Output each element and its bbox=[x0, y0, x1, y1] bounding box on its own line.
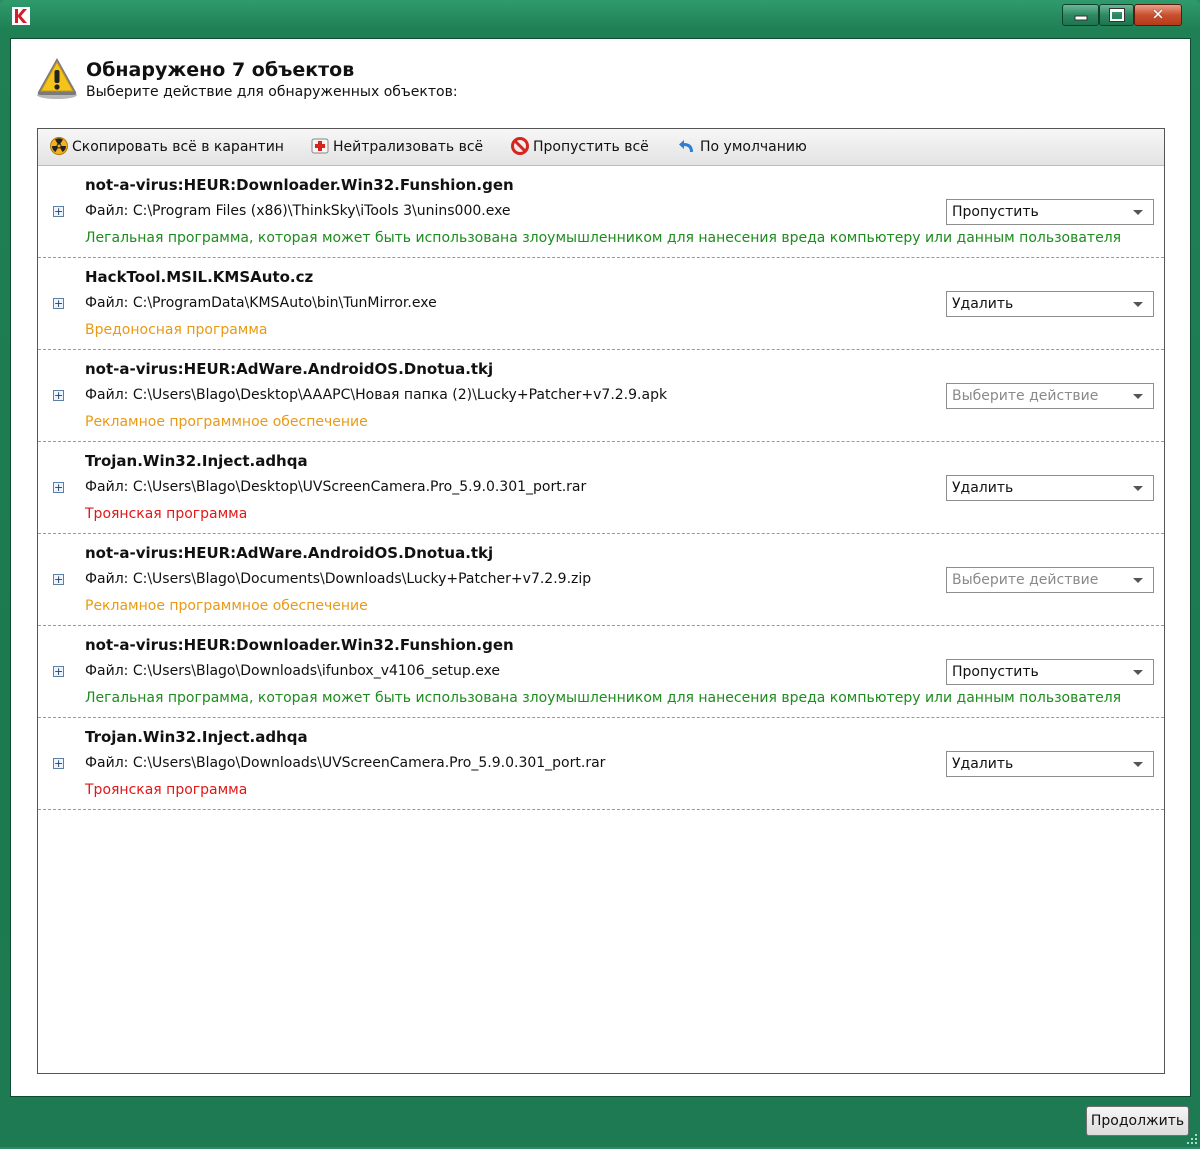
action-dropdown-value: Выберите действие bbox=[952, 572, 1099, 588]
maximize-button[interactable] bbox=[1099, 4, 1134, 26]
threat-row: + not-a-virus:HEUR:Downloader.Win32.Funs… bbox=[38, 626, 1164, 718]
title-bar[interactable]: ✕ bbox=[0, 0, 1200, 34]
undo-arrow-icon bbox=[678, 137, 696, 155]
radiation-icon bbox=[50, 137, 68, 155]
expand-plus-icon[interactable]: + bbox=[53, 666, 64, 677]
chevron-down-icon bbox=[1133, 394, 1143, 399]
threat-description: Вредоносная программа bbox=[85, 322, 268, 338]
default-button[interactable]: По умолчанию bbox=[678, 137, 807, 157]
threat-list-panel: Скопировать всё в карантин Нейтрализоват… bbox=[37, 128, 1165, 1074]
maximize-icon bbox=[1108, 8, 1125, 22]
expand-plus-icon[interactable]: + bbox=[53, 206, 64, 217]
toolbar: Скопировать всё в карантин Нейтрализоват… bbox=[38, 129, 1164, 166]
action-dropdown[interactable]: Выберите действие bbox=[946, 567, 1154, 593]
threat-row: + not-a-virus:HEUR:Downloader.Win32.Funs… bbox=[38, 166, 1164, 258]
first-aid-icon bbox=[311, 137, 329, 155]
chevron-down-icon bbox=[1133, 578, 1143, 583]
threat-file-path: Файл: C:\ProgramData\KMSAuto\bin\TunMirr… bbox=[85, 295, 437, 311]
chevron-down-icon bbox=[1133, 762, 1143, 767]
threat-description: Рекламное программное обеспечение bbox=[85, 414, 368, 430]
minimize-button[interactable] bbox=[1062, 4, 1099, 26]
kaspersky-k-icon bbox=[12, 7, 30, 25]
expand-plus-icon[interactable]: + bbox=[53, 758, 64, 769]
action-dropdown[interactable]: Удалить bbox=[946, 751, 1154, 777]
chevron-down-icon bbox=[1133, 210, 1143, 215]
threat-description: Троянская программа bbox=[85, 782, 248, 798]
close-button[interactable]: ✕ bbox=[1134, 4, 1182, 26]
chevron-down-icon bbox=[1133, 302, 1143, 307]
threat-description: Легальная программа, которая может быть … bbox=[85, 230, 1122, 246]
threat-file-path: Файл: C:\Users\Blago\Downloads\ifunbox_v… bbox=[85, 663, 501, 679]
threat-description: Легальная программа, которая может быть … bbox=[85, 690, 1122, 706]
threat-row: + HackTool.MSIL.KMSAuto.cz Файл: C:\Prog… bbox=[38, 258, 1164, 350]
action-dropdown-value: Пропустить bbox=[952, 204, 1039, 220]
threat-row: + not-a-virus:HEUR:AdWare.AndroidOS.Dnot… bbox=[38, 534, 1164, 626]
dialog-client-area: Обнаружено 7 объектов Выберите действие … bbox=[10, 38, 1191, 1097]
threat-file-path: Файл: C:\Users\Blago\Documents\Downloads… bbox=[85, 571, 592, 587]
threat-row: + not-a-virus:HEUR:AdWare.AndroidOS.Dnot… bbox=[38, 350, 1164, 442]
minimize-icon bbox=[1074, 10, 1087, 21]
threat-list: + not-a-virus:HEUR:Downloader.Win32.Funs… bbox=[38, 166, 1164, 810]
prohibited-icon bbox=[511, 137, 529, 155]
threat-name: not-a-virus:HEUR:Downloader.Win32.Funshi… bbox=[85, 636, 514, 654]
resize-grip-icon[interactable] bbox=[1186, 1133, 1198, 1145]
threat-file-path: Файл: C:\Users\Blago\Desktop\UVScreenCam… bbox=[85, 479, 587, 495]
threat-name: not-a-virus:HEUR:AdWare.AndroidOS.Dnotua… bbox=[85, 360, 494, 378]
threat-name: not-a-virus:HEUR:AdWare.AndroidOS.Dnotua… bbox=[85, 544, 494, 562]
action-dropdown-value: Удалить bbox=[952, 296, 1014, 312]
default-label: По умолчанию bbox=[700, 139, 807, 155]
action-dropdown[interactable]: Удалить bbox=[946, 291, 1154, 317]
action-dropdown-value: Выберите действие bbox=[952, 388, 1099, 404]
warning-icon bbox=[35, 55, 79, 101]
action-dropdown-value: Удалить bbox=[952, 756, 1014, 772]
expand-plus-icon[interactable]: + bbox=[53, 298, 64, 309]
threat-description: Рекламное программное обеспечение bbox=[85, 598, 368, 614]
disinfect-all-button[interactable]: Нейтрализовать всё bbox=[311, 137, 483, 157]
quarantine-all-button[interactable]: Скопировать всё в карантин bbox=[50, 137, 284, 157]
threat-name: HackTool.MSIL.KMSAuto.cz bbox=[85, 268, 314, 286]
continue-button[interactable]: Продолжить bbox=[1086, 1106, 1189, 1136]
action-dropdown[interactable]: Пропустить bbox=[946, 659, 1154, 685]
threat-file-path: Файл: C:\Users\Blago\Desktop\AAAPC\Новая… bbox=[85, 387, 668, 403]
threat-file-path: Файл: C:\Users\Blago\Downloads\UVScreenC… bbox=[85, 755, 606, 771]
expand-plus-icon[interactable]: + bbox=[53, 482, 64, 493]
quarantine-all-label: Скопировать всё в карантин bbox=[72, 139, 284, 155]
action-dropdown[interactable]: Выберите действие bbox=[946, 383, 1154, 409]
action-dropdown[interactable]: Пропустить bbox=[946, 199, 1154, 225]
threat-file-path: Файл: C:\Program Files (x86)\ThinkSky\iT… bbox=[85, 203, 511, 219]
window-frame: ✕ Обнаружено 7 объектов Выберите действи… bbox=[0, 0, 1200, 1147]
threat-name: not-a-virus:HEUR:Downloader.Win32.Funshi… bbox=[85, 176, 514, 194]
dialog-subtitle: Выберите действие для обнаруженных объек… bbox=[86, 84, 458, 100]
dialog-title: Обнаружено 7 объектов bbox=[86, 59, 355, 81]
threat-description: Троянская программа bbox=[85, 506, 248, 522]
action-dropdown-value: Удалить bbox=[952, 480, 1014, 496]
threat-name: Trojan.Win32.Inject.adhqa bbox=[85, 452, 308, 470]
chevron-down-icon bbox=[1133, 486, 1143, 491]
chevron-down-icon bbox=[1133, 670, 1143, 675]
threat-row: + Trojan.Win32.Inject.adhqa Файл: C:\Use… bbox=[38, 442, 1164, 534]
skip-all-label: Пропустить всё bbox=[533, 139, 649, 155]
threat-name: Trojan.Win32.Inject.adhqa bbox=[85, 728, 308, 746]
action-dropdown[interactable]: Удалить bbox=[946, 475, 1154, 501]
skip-all-button[interactable]: Пропустить всё bbox=[511, 137, 649, 157]
expand-plus-icon[interactable]: + bbox=[53, 390, 64, 401]
threat-row: + Trojan.Win32.Inject.adhqa Файл: C:\Use… bbox=[38, 718, 1164, 810]
action-dropdown-value: Пропустить bbox=[952, 664, 1039, 680]
expand-plus-icon[interactable]: + bbox=[53, 574, 64, 585]
disinfect-all-label: Нейтрализовать всё bbox=[333, 139, 484, 155]
close-icon: ✕ bbox=[1151, 5, 1165, 24]
